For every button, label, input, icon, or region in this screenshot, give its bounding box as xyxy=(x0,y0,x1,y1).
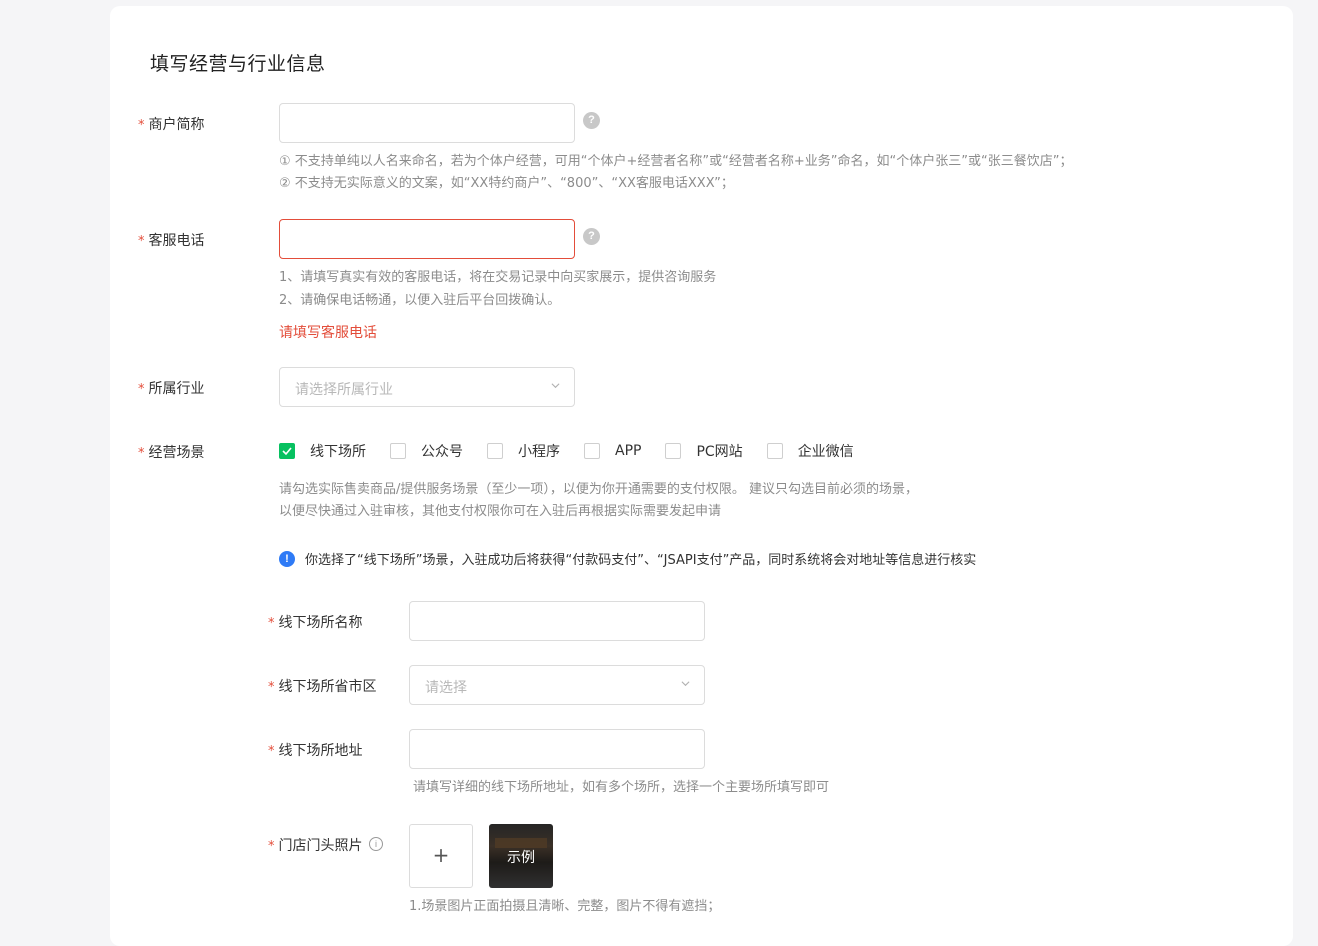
scene-checkbox-official-account[interactable]: 公众号 xyxy=(390,441,463,461)
question-circle-icon[interactable]: ? xyxy=(583,228,600,245)
example-label: 示例 xyxy=(507,850,535,866)
plus-icon: + xyxy=(432,843,450,867)
scenes-hint-1: 请勾选实际售卖商品/提供服务场景（至少一项），以便为你开通需要的支付权限。 建议… xyxy=(279,482,919,497)
required-mark: * xyxy=(268,839,275,854)
offline-address-hint: 请填写详细的线下场所地址，如有多个场所，选择一个主要场所填写即可 xyxy=(413,780,830,795)
checkbox-unchecked-icon[interactable] xyxy=(390,443,406,459)
scene-label: 公众号 xyxy=(421,444,463,460)
storefront-upload-button[interactable]: + xyxy=(409,824,473,888)
required-mark: * xyxy=(138,118,145,133)
info-circle-icon: ! xyxy=(279,550,295,567)
required-mark: * xyxy=(138,446,145,461)
scene-checkbox-offline[interactable]: 线下场所 xyxy=(279,441,366,461)
scenes-hint-2: 以便尽快通过入驻审核，其他支付权限你可在入驻后再根据实际需要发起申请 xyxy=(279,504,722,519)
merchant-name-hint-1: ① 不支持单纯以人名来命名，若为个体户经营，可用“个体户+经营者名称”或“经营者… xyxy=(279,154,1073,169)
scene-checkbox-wecom[interactable]: 企业微信 xyxy=(766,441,854,461)
merchant-name-label-text: 商户简称 xyxy=(148,117,205,133)
merchant-name-input[interactable] xyxy=(279,103,575,143)
scene-label: 企业微信 xyxy=(797,444,854,460)
industry-select[interactable]: 请选择所属行业 xyxy=(279,367,575,407)
scene-label: 小程序 xyxy=(518,444,560,460)
industry-label-text: 所属行业 xyxy=(148,381,205,397)
offline-region-select[interactable]: 请选择 xyxy=(409,665,705,705)
scenes-label: * 经营场景 xyxy=(138,442,205,462)
service-phone-hint-1: 1、请填写真实有效的客服电话，将在交易记录中向买家展示，提供咨询服务 xyxy=(279,270,717,285)
required-mark: * xyxy=(268,744,275,759)
offline-region-placeholder: 请选择 xyxy=(425,680,467,696)
service-phone-label-text: 客服电话 xyxy=(148,233,205,249)
merchant-name-hint-2: ② 不支持无实际意义的文案，如“XX特约商户”、“800”、“XX客服电话XXX… xyxy=(279,176,734,191)
scenes-label-text: 经营场景 xyxy=(148,445,205,461)
checkbox-unchecked-icon[interactable] xyxy=(665,443,682,459)
form-card: 填写经营与行业信息 * 商户简称 ? ① 不支持单纯以人名来命名，若为个体户经营，… xyxy=(110,6,1293,946)
info-circle-outline-icon[interactable]: i xyxy=(369,837,383,851)
required-mark: * xyxy=(268,680,275,695)
industry-label: * 所属行业 xyxy=(138,378,205,398)
chevron-down-icon xyxy=(551,383,560,389)
section-title: 填写经营与行业信息 xyxy=(150,53,326,75)
offline-address-label-text: 线下场所地址 xyxy=(278,743,363,759)
storefront-example-image[interactable]: 示例 xyxy=(489,824,553,888)
chevron-down-icon xyxy=(681,681,690,687)
checkbox-unchecked-icon[interactable] xyxy=(487,443,503,459)
service-phone-hint-2: 2、请确保电话畅通，以便入驻后平台回拨确认。 xyxy=(279,293,561,308)
scene-checkbox-mini-program[interactable]: 小程序 xyxy=(487,441,560,461)
offline-name-label-text: 线下场所名称 xyxy=(278,615,363,631)
scene-checkbox-app[interactable]: APP xyxy=(584,443,641,459)
offline-name-label: * 线下场所名称 xyxy=(268,612,363,632)
offline-name-input[interactable] xyxy=(409,601,705,641)
scene-notice-text: 你选择了“线下场所”场景，入驻成功后将获得“付款码支付”、“JSAPI支付”产品… xyxy=(305,553,977,568)
offline-address-input[interactable] xyxy=(409,729,705,769)
offline-region-label-text: 线下场所省市区 xyxy=(278,679,377,695)
required-mark: * xyxy=(268,616,275,631)
checkbox-checked-icon[interactable] xyxy=(279,443,295,459)
storefront-photo-label-text: 门店门头照片 xyxy=(278,838,363,854)
service-phone-input[interactable] xyxy=(279,219,575,259)
service-phone-error: 请填写客服电话 xyxy=(279,325,377,341)
offline-address-label: * 线下场所地址 xyxy=(268,740,363,760)
scene-label: PC网站 xyxy=(696,444,743,460)
required-mark: * xyxy=(138,234,145,249)
scene-checkbox-pc-website[interactable]: PC网站 xyxy=(665,441,743,461)
scene-label: APP xyxy=(615,443,642,459)
offline-region-label: * 线下场所省市区 xyxy=(268,676,377,696)
required-mark: * xyxy=(138,382,145,397)
merchant-name-label: * 商户简称 xyxy=(138,114,205,134)
industry-placeholder: 请选择所属行业 xyxy=(295,382,393,398)
scene-notice: ! 你选择了“线下场所”场景，入驻成功后将获得“付款码支付”、“JSAPI支付”… xyxy=(279,549,976,568)
question-circle-icon[interactable]: ? xyxy=(583,112,600,129)
checkbox-unchecked-icon[interactable] xyxy=(766,443,783,459)
storefront-photo-hint: 1.场景图片正面拍摄且清晰、完整，图片不得有遮挡； xyxy=(409,899,721,914)
checkbox-unchecked-icon[interactable] xyxy=(584,443,600,459)
scenes-checkbox-group: 线下场所 公众号 小程序 APP PC网站 企业微信 xyxy=(279,441,878,461)
service-phone-label: * 客服电话 xyxy=(138,230,205,250)
scene-label: 线下场所 xyxy=(310,444,366,460)
storefront-photo-label: * 门店门头照片 xyxy=(268,835,363,855)
